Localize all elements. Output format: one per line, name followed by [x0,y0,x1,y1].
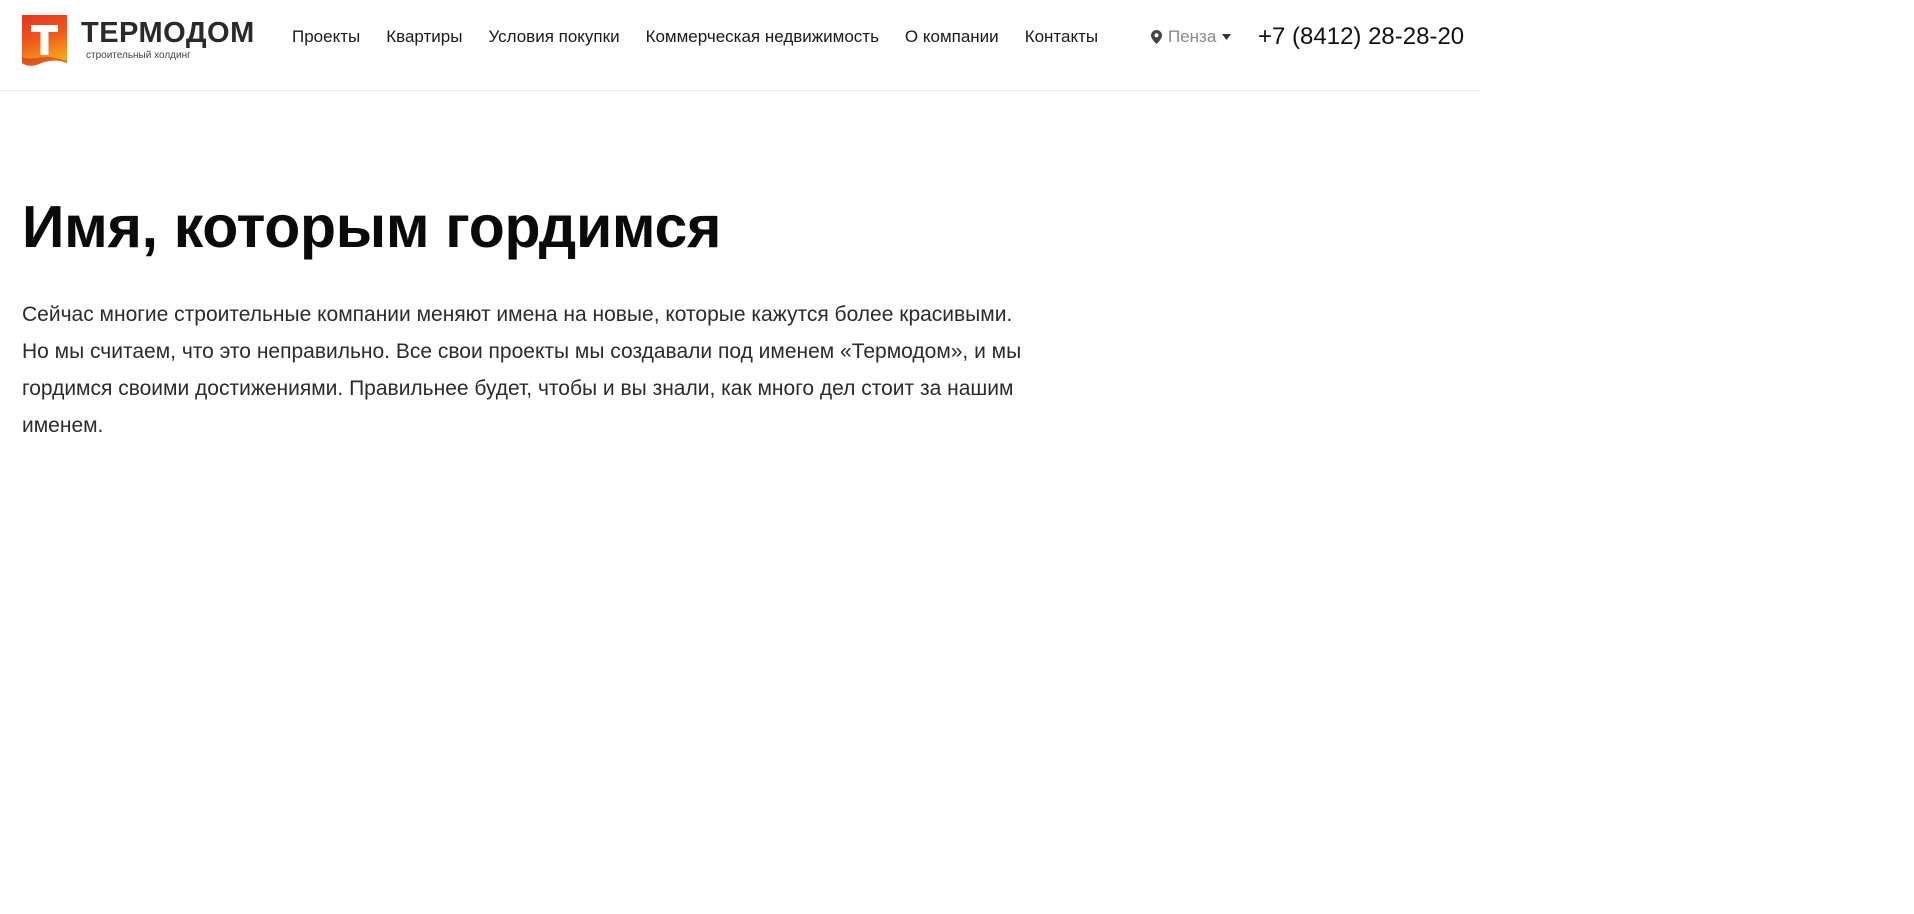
page: ТЕРМОДОМ строительный холдинг Проекты Кв… [0,0,1914,914]
nav-item-commercial-property[interactable]: Коммерческая недвижимость [646,25,879,49]
city-name: Пенза [1168,27,1217,46]
nav-item-apartments[interactable]: Квартиры [386,25,462,49]
nav-item-about-company[interactable]: О компании [905,25,999,49]
logo-text: ТЕРМОДОМ строительный холдинг [81,18,255,62]
phone-link[interactable]: +7 (8412) 28-28-20 [1258,21,1464,53]
location-pin-icon [1151,30,1162,44]
nav-item-contacts[interactable]: Контакты [1025,25,1098,49]
nav-item-projects[interactable]: Проекты [292,25,360,49]
main-nav: Проекты Квартиры Условия покупки Коммерч… [292,25,1124,49]
page-title: Имя, которым гордимся [22,194,722,260]
nav-item-purchase-terms[interactable]: Условия покупки [488,25,619,49]
intro-paragraph: Сейчас многие строительные компании меня… [22,303,1022,437]
logo-title: ТЕРМОДОМ [81,17,255,49]
logo-subtitle: строительный холдинг [86,50,191,61]
caret-down-icon [1222,34,1232,40]
logo-t-mark-icon [22,15,67,66]
site-header: ТЕРМОДОМ строительный холдинг Проекты Кв… [0,0,1480,91]
city-selector[interactable]: Пенза [1151,25,1232,49]
logo-link[interactable]: ТЕРМОДОМ строительный холдинг [22,15,255,67]
